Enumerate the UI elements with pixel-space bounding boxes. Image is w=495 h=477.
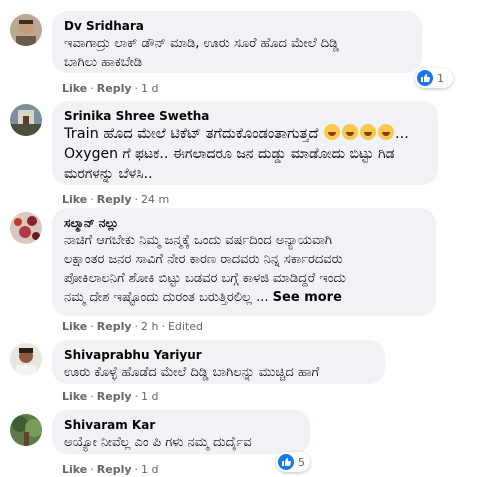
comment-text: ಇವಾಗಾದ್ರು ಲಾಕ್ ಡೌನ್ ಮಾಡಿ, ಊರು ಸೂರೆ ಹೊದ ಮ… (64, 36, 339, 70)
like-icon (278, 454, 294, 470)
comment-bubble: Srinika Shree Swetha Train ಹೊದ ಮೇಲೆ ಟಿಕೆ… (52, 101, 438, 185)
comment-text: Train ಹೊದ ಮೇಲೆ ಟಿಕೆಟ್ ತಗೆದುಕೊಂಡಂತಾಗುತ್ತದ… (64, 124, 426, 144)
like-icon (417, 70, 433, 86)
comment-author[interactable]: ಸಲ್ಮಾನ್ ನಲ್ಲು (64, 216, 424, 231)
like-link[interactable]: Like (62, 463, 87, 476)
laughing-emoji-icon (342, 124, 359, 140)
comment-meta: Like · Reply · 1 d (62, 463, 159, 476)
timestamp[interactable]: 1 d (141, 463, 158, 476)
edited-label: Edited (167, 320, 204, 333)
comment-bubble: Shivaprabhu Yariyur ಊರು ಕೊಳ್ಳೆ ಹೊಡೆದ ಮೇಲ… (52, 340, 385, 384)
reply-link[interactable]: Reply (97, 390, 132, 403)
comment-text-tail: ... (395, 126, 409, 142)
timestamp[interactable]: 1 d (141, 82, 158, 95)
reaction-count: 1 (437, 71, 444, 85)
reaction-summary[interactable]: 5 (276, 452, 310, 472)
avatar[interactable] (10, 14, 42, 46)
comment-text: ನಾಚಿಗೆ ಆಗಬೇಕು ನಿಮ್ಮ ಜನ್ಮಕ್ಕೆ ಒಂದು ವರ್ಷದಿ… (64, 231, 424, 307)
reaction-summary[interactable]: 1 (415, 68, 453, 88)
timestamp[interactable]: 24 m (141, 193, 169, 206)
comment-bubble: Shivaram Kar ಅಯ್ಯೋ ನೀವೆಲ್ಲ ಎಂ ಪಿ ಗಳು ನಮ್… (52, 410, 310, 454)
reaction-count: 5 (298, 455, 305, 469)
laughing-emoji-icon (324, 124, 341, 140)
comment-text: ಅಯ್ಯೋ ನೀವೆಲ್ಲ ಎಂ ಪಿ ಗಳು ನಮ್ಮ ದುರ್ದೈವ (64, 435, 252, 450)
timestamp[interactable]: 2 h (141, 320, 158, 333)
avatar[interactable] (10, 414, 42, 446)
reply-link[interactable]: Reply (97, 193, 132, 206)
like-link[interactable]: Like (62, 82, 87, 95)
avatar[interactable] (10, 212, 42, 244)
comment-author[interactable]: Srinika Shree Swetha (64, 109, 426, 124)
comment-bubble: Dv Sridhara ಇವಾಗಾದ್ರು ಲಾಕ್ ಡೌನ್ ಮಾಡಿ, ಊರ… (52, 11, 422, 73)
comment-meta: Like · Reply · 24 m (62, 193, 170, 206)
comment-text: Oxygen ಗೆ ಫಟಕ.. ಈಗಲಾದರೂ ಜನ ದುಡ್ಡು ಮಾಡೋದು… (64, 146, 395, 182)
like-link[interactable]: Like (62, 320, 87, 333)
reply-link[interactable]: Reply (97, 463, 132, 476)
laughing-emoji-icon (360, 124, 377, 140)
like-link[interactable]: Like (62, 390, 87, 403)
comment-author[interactable]: Dv Sridhara (64, 19, 410, 34)
comment-meta: Like · Reply · 2 h · Edited (62, 320, 204, 333)
laughing-emoji-icon (378, 124, 395, 140)
comment-meta: Like · Reply · 1 d (62, 82, 159, 95)
comment-bubble: ಸಲ್ಮಾನ್ ನಲ್ಲು ನಾಚಿಗೆ ಆಗಬೇಕು ನಿಮ್ಮ ಜನ್ಮಕ್… (52, 208, 436, 316)
comment-author[interactable]: Shivaram Kar (64, 418, 298, 433)
avatar[interactable] (10, 343, 42, 375)
see-more-link[interactable]: See more (273, 290, 342, 305)
comment-author[interactable]: Shivaprabhu Yariyur (64, 348, 373, 363)
reply-link[interactable]: Reply (97, 320, 132, 333)
comment-text: ಊರು ಕೊಳ್ಳೆ ಹೊಡೆದ ಮೇಲೆ ದಿಡ್ಡಿ ಬಾಗಿಲನ್ನು ಮ… (64, 365, 320, 380)
reply-link[interactable]: Reply (97, 82, 132, 95)
comment-meta: Like · Reply · 1 d (62, 390, 159, 403)
avatar[interactable] (10, 104, 42, 136)
comment-text-line: Train ಹೊದ ಮೇಲೆ ಟಿಕೆಟ್ ತಗೆದುಕೊಂಡಂತಾಗುತ್ತದ… (64, 126, 319, 142)
timestamp[interactable]: 1 d (141, 390, 158, 403)
like-link[interactable]: Like (62, 193, 87, 206)
